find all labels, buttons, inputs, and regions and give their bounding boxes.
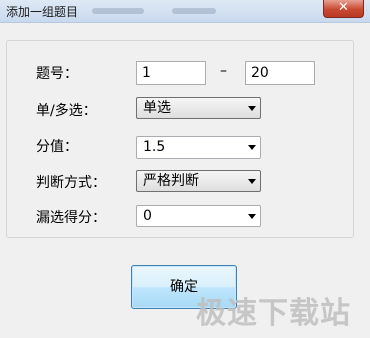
question-from-input[interactable]: 1	[136, 61, 206, 85]
choice-type-value: 单选	[143, 100, 171, 116]
missed-score-combobox[interactable]: 0	[136, 205, 261, 227]
choice-type-select[interactable]: 单选	[136, 97, 261, 119]
judge-mode-value: 严格判断	[143, 173, 199, 189]
missed-score-label: 漏选得分：	[36, 210, 106, 226]
site-watermark: 极速下载站	[196, 296, 351, 331]
blurred-background-text	[172, 8, 216, 14]
question-to-input[interactable]: 20	[245, 61, 315, 85]
score-combobox[interactable]: 1.5	[136, 136, 261, 159]
chevron-down-icon	[248, 214, 256, 219]
blurred-background-text	[92, 8, 144, 14]
range-separator: –	[220, 63, 227, 79]
chevron-down-icon	[248, 106, 256, 111]
judge-mode-label: 判断方式：	[36, 175, 106, 191]
choice-type-label: 单/多选：	[36, 103, 97, 119]
title-bar: 添加一组题目 ✕	[0, 0, 370, 23]
score-value: 1.5	[143, 139, 166, 155]
question-number-label: 题号：	[36, 66, 78, 82]
score-label: 分值：	[36, 139, 78, 155]
close-button[interactable]: ✕	[323, 0, 364, 18]
judge-mode-select[interactable]: 严格判断	[136, 170, 261, 192]
chevron-down-icon	[248, 179, 256, 184]
close-icon: ✕	[338, 0, 349, 15]
chevron-down-icon	[248, 145, 256, 150]
window-title: 添加一组题目	[6, 5, 79, 19]
add-question-group-dialog: 添加一组题目 ✕ 题号： 1 – 20 单/多选： 单选 分值： 1.5 判断方…	[0, 0, 370, 338]
missed-score-value: 0	[143, 208, 152, 224]
